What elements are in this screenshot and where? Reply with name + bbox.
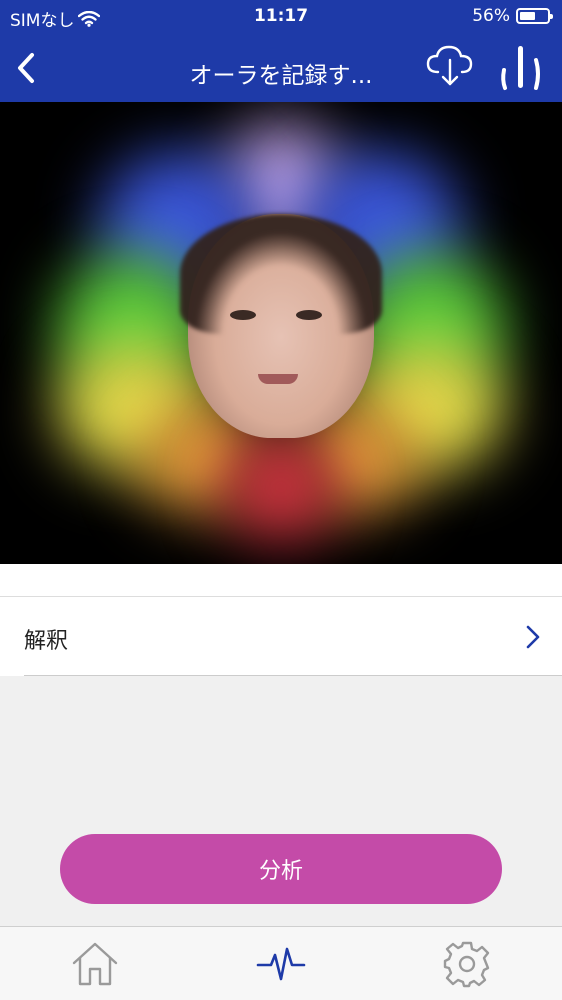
mouth bbox=[258, 374, 298, 384]
row-divider bbox=[24, 675, 562, 676]
battery-icon bbox=[516, 8, 553, 24]
tab-bar bbox=[0, 926, 562, 1000]
interpretation-label: 解釈 bbox=[24, 629, 69, 654]
analyze-button[interactable]: 分析 bbox=[60, 834, 502, 904]
chevron-left-icon bbox=[18, 53, 34, 83]
interpretation-row[interactable]: 解釈 bbox=[0, 596, 562, 676]
battery-percent: 56% bbox=[472, 6, 510, 26]
home-icon bbox=[72, 942, 118, 986]
page-title: オーラを記録す... bbox=[189, 63, 373, 89]
bars-icon bbox=[501, 46, 540, 90]
spacer-band bbox=[0, 564, 562, 596]
aura-photo bbox=[0, 102, 562, 564]
left-eye bbox=[230, 310, 256, 320]
right-eye bbox=[296, 310, 322, 320]
cloud-download-icon bbox=[426, 45, 473, 86]
tab-settings[interactable] bbox=[442, 939, 492, 989]
gear-icon bbox=[443, 941, 490, 988]
status-right: 56% bbox=[472, 6, 553, 26]
status-bar: SIMなし 11:17 56% bbox=[0, 0, 562, 34]
tab-home[interactable] bbox=[70, 939, 120, 989]
navigation-bar: オーラを記録す... bbox=[0, 34, 562, 102]
back-button[interactable] bbox=[6, 46, 46, 90]
battery-fill bbox=[520, 12, 535, 20]
chevron-right-icon bbox=[526, 625, 540, 649]
aura-red bbox=[222, 432, 340, 542]
pulse-icon bbox=[256, 947, 306, 981]
hair bbox=[180, 214, 382, 334]
tab-pulse[interactable] bbox=[256, 939, 306, 989]
download-button[interactable] bbox=[424, 42, 476, 90]
chart-button[interactable] bbox=[496, 42, 546, 92]
